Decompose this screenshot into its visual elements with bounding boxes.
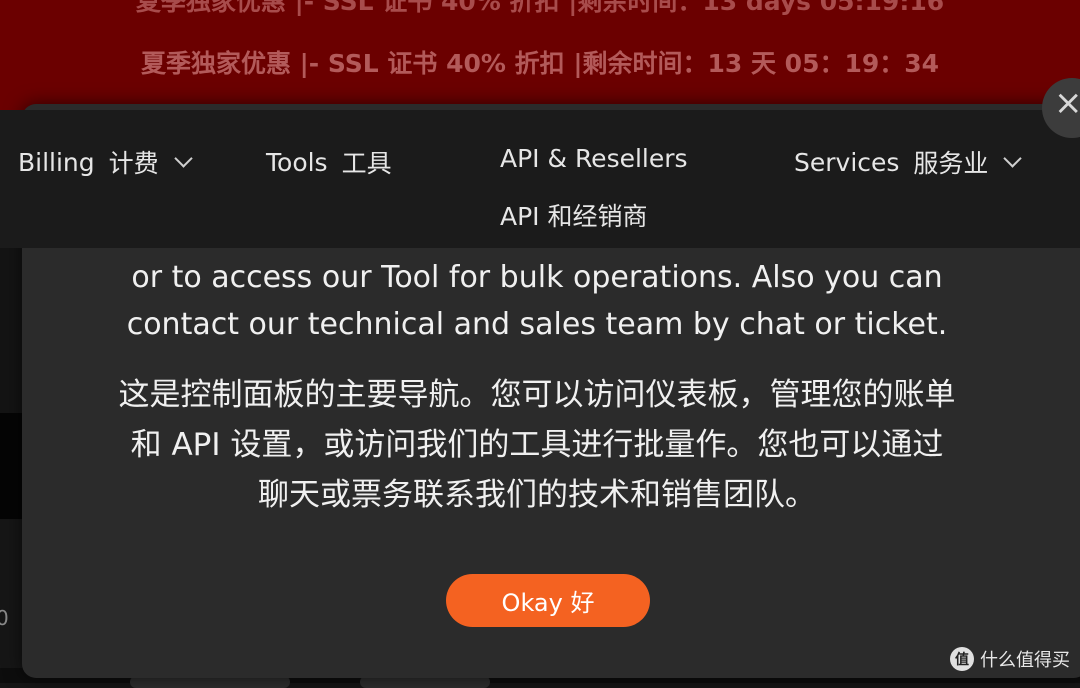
banner-text: 夏季独家优惠 |- SSL 证书 40% 折扣 |剩余时间：13 天 05：19… [140,49,940,78]
okay-button[interactable]: Okay 好 [446,574,650,627]
banner-text-top: 夏季独家优惠 |- SSL 证书 40% 折扣 |剩余时间：13 days 05… [135,0,945,16]
nav-billing-label-zh: 计费 [108,149,159,178]
background-panel-dark [0,413,24,519]
nav-services[interactable]: Services 服务业 [794,144,1023,180]
nav-api-label-zh[interactable]: API 和经销商 [500,197,648,233]
tour-description-zh-line: 聊天或票务联系我们的技术和销售团队。 [258,477,816,513]
tour-description-zh-line: 和 API 设置，或访问我们的工具进行批量作。您也可以通过 [130,427,944,463]
tour-description-en-line: contact our technical and sales team by … [126,307,948,342]
nav-tools-label-zh: 工具 [341,149,392,178]
nav-api-label: API & Resellers [500,144,688,173]
promo-banner: 夏季独家优惠 |- SSL 证书 40% 折扣 |剩余时间：13 days 05… [0,0,1080,110]
chevron-down-icon [173,148,193,168]
tour-description-zh-line: 这是控制面板的主要导航。您可以访问仪表板，管理您的账单 [118,377,956,413]
background-panel [0,248,24,413]
chevron-down-icon [1003,148,1023,168]
nav-billing-label: Billing [18,147,95,177]
nav-tools-label: Tools [266,147,328,177]
nav-services-label: Services [794,147,900,177]
nav-tools[interactable]: Tools 工具 [266,144,392,180]
nav-services-label-zh: 服务业 [913,149,989,178]
watermark-logo-icon: 值 [950,647,974,671]
nav-billing[interactable]: Billing 计费 [18,144,193,180]
close-icon: × [1054,83,1080,123]
watermark-text: 什么值得买 [980,650,1070,671]
tour-description-en-line: or to access our Tool for bulk operation… [131,260,943,295]
watermark: 值 什么值得买 [950,646,1070,672]
nav-api-resellers[interactable]: API & Resellers [500,144,688,173]
background-text: 0 [0,606,9,630]
